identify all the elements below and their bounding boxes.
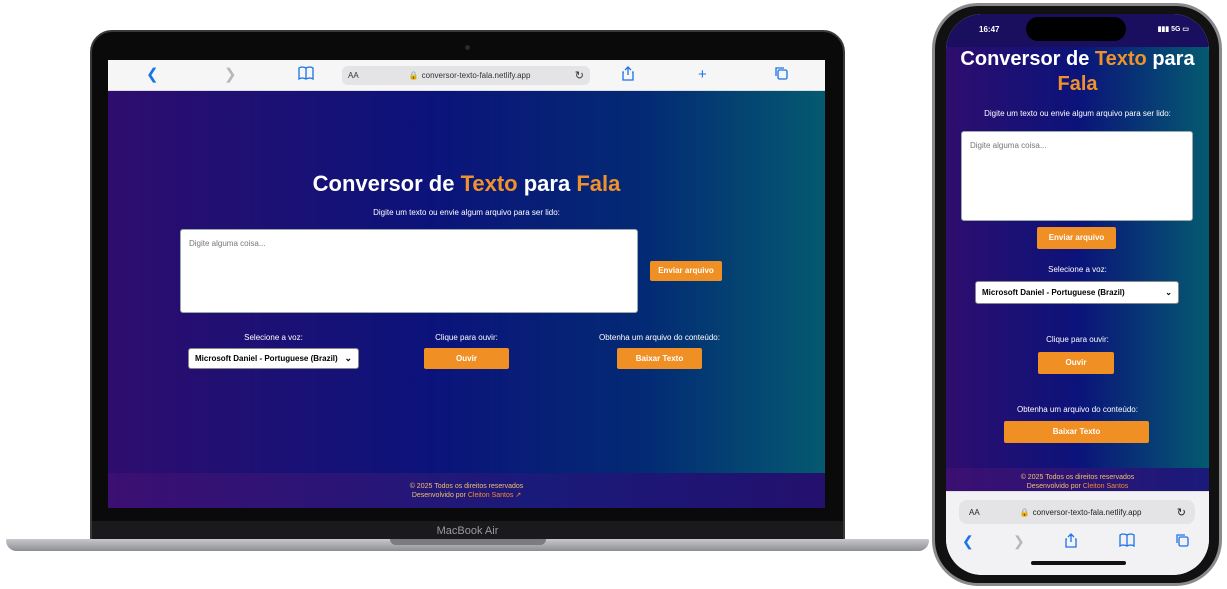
- back-icon[interactable]: ❮: [962, 533, 974, 549]
- voice-select-mobile[interactable]: Microsoft Daniel - Portuguese (Brazil) ⌄: [975, 281, 1179, 304]
- text-input[interactable]: Digite alguma coisa...: [180, 229, 638, 313]
- signal-icon: ▮▮▮: [1157, 26, 1172, 33]
- laptop-notch: [390, 539, 546, 545]
- bookmarks-icon[interactable]: [298, 66, 314, 85]
- status-signal: ▮▮▮ 5G ▭: [1157, 26, 1189, 33]
- text-input-placeholder: Digite alguma coisa...: [189, 239, 266, 248]
- download-button[interactable]: Baixar Texto: [617, 348, 702, 369]
- lock-icon: 🔒: [408, 71, 419, 80]
- page-footer: © 2025 Todos os direitos reservados Dese…: [108, 473, 825, 508]
- tabs-icon[interactable]: [774, 66, 788, 85]
- url-text: conversor-texto-fala.netlify.app: [1032, 507, 1142, 517]
- page-subtitle: Digite um texto ou envie algum arquivo p…: [373, 208, 560, 217]
- status-time: 16:47: [979, 25, 1000, 34]
- app-page-mobile: Conversor de Texto para Fala Digite um t…: [946, 47, 1209, 491]
- address-bar-mobile[interactable]: AA 🔒 conversor-texto-fala.netlify.app ↻: [959, 500, 1195, 524]
- listen-label-mobile: Clique para ouvir:: [1046, 335, 1109, 344]
- lock-icon: 🔒: [1019, 507, 1030, 517]
- home-indicator: [1031, 561, 1126, 565]
- back-icon[interactable]: ❮: [146, 66, 159, 84]
- page-subtitle-mobile: Digite um texto ou envie algum arquivo p…: [984, 109, 1171, 118]
- voice-label: Selecione a voz:: [244, 333, 303, 342]
- upload-file-button-mobile[interactable]: Enviar arquivo: [1037, 227, 1116, 249]
- text-input-placeholder: Digite alguma coisa...: [970, 141, 1047, 150]
- safari-toolbar: ❮ ❯ AA 🔒 conversor-texto-fala.netlify.ap…: [108, 60, 825, 91]
- laptop-screen: ❮ ❯ AA 🔒 conversor-texto-fala.netlify.ap…: [108, 60, 825, 508]
- text-size-button[interactable]: AA: [348, 71, 359, 80]
- developer-link-mobile[interactable]: Cleiton Santos: [1083, 483, 1129, 490]
- dynamic-island: [1026, 17, 1126, 41]
- upload-file-button[interactable]: Enviar arquivo: [650, 261, 722, 281]
- laptop-camera: [465, 45, 470, 50]
- share-icon[interactable]: [622, 66, 634, 86]
- device-mockup: MacBook Air ❮ ❯ AA 🔒 conversor-texto-fal…: [0, 0, 1227, 589]
- listen-label: Clique para ouvir:: [435, 333, 498, 342]
- footer-rights: © 2025 Todos os direitos reservados: [1020, 474, 1135, 481]
- tabs-icon[interactable]: [1175, 533, 1189, 550]
- download-label: Obtenha um arquivo do conteúdo:: [599, 333, 720, 342]
- page-title-mobile: Conversor de Texto para Fala: [960, 48, 1195, 95]
- new-tab-icon[interactable]: +: [698, 66, 707, 84]
- reload-icon[interactable]: ↻: [575, 69, 584, 82]
- listen-button-mobile[interactable]: Ouvir: [1038, 352, 1114, 374]
- chevron-down-icon: ⌄: [344, 353, 352, 363]
- phone-screen: 16:47 ▮▮▮ 5G ▭ Conversor de Texto para F…: [946, 14, 1209, 575]
- voice-label-mobile: Selecione a voz:: [1048, 265, 1107, 274]
- text-size-button[interactable]: AA: [969, 508, 980, 517]
- share-icon[interactable]: [1065, 533, 1077, 551]
- external-link-icon: ↗: [513, 492, 522, 499]
- phone-status-bar: 16:47 ▮▮▮ 5G ▭: [946, 14, 1209, 47]
- forward-icon[interactable]: ❯: [224, 66, 237, 84]
- download-label-mobile: Obtenha um arquivo do conteúdo:: [1017, 405, 1138, 414]
- download-button-mobile[interactable]: Baixar Texto: [1004, 421, 1149, 443]
- bookmarks-icon[interactable]: [1119, 533, 1135, 550]
- address-bar[interactable]: AA 🔒 conversor-texto-fala.netlify.app ↻: [342, 66, 590, 85]
- voice-select[interactable]: Microsoft Daniel - Portuguese (Brazil) ⌄: [188, 348, 359, 369]
- forward-icon[interactable]: ❯: [1013, 533, 1025, 549]
- footer-dev-prefix: Desenvolvido por: [411, 492, 468, 499]
- developer-link[interactable]: Cleiton Santos: [468, 492, 514, 499]
- listen-button[interactable]: Ouvir: [424, 348, 509, 369]
- footer-rights: © 2025 Todos os direitos reservados: [409, 483, 524, 490]
- battery-icon: ▭: [1180, 26, 1189, 33]
- text-input-mobile[interactable]: Digite alguma coisa...: [961, 131, 1193, 221]
- reload-icon[interactable]: ↻: [1177, 506, 1186, 519]
- page-footer-mobile: © 2025 Todos os direitos reservados Dese…: [946, 468, 1209, 491]
- app-page: Conversor de Texto para Fala Digite um t…: [108, 91, 825, 508]
- url-text: conversor-texto-fala.netlify.app: [421, 71, 531, 80]
- chevron-down-icon: ⌄: [1165, 288, 1172, 297]
- page-title: Conversor de Texto para Fala: [312, 171, 621, 196]
- laptop-model-label: MacBook Air: [92, 521, 843, 541]
